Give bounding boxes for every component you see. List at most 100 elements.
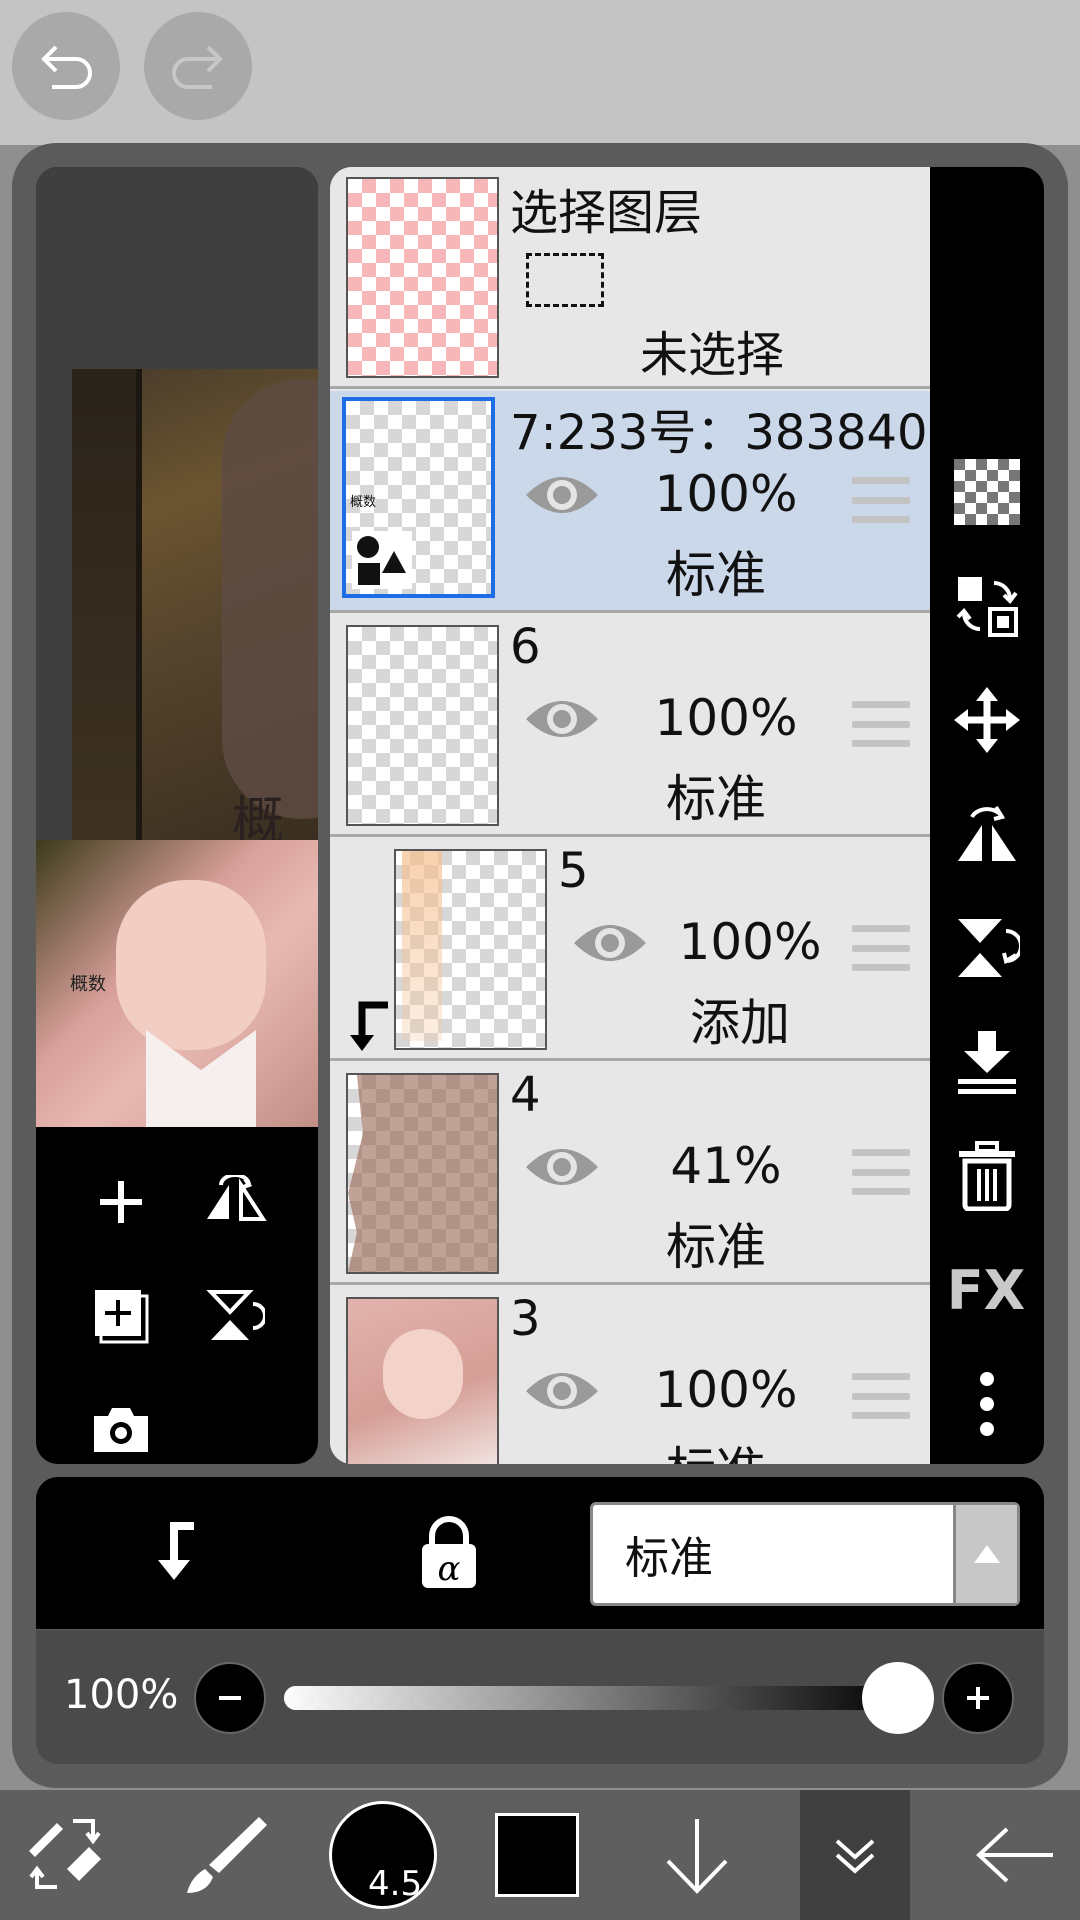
flip-horizontal-icon [207,1175,267,1221]
opacity-increase-button[interactable] [942,1662,1014,1734]
flip-horizontal-button[interactable] [952,799,1022,869]
more-options-button[interactable] [952,1369,1022,1439]
character-head [222,379,318,819]
layer-down-button[interactable] [632,1790,762,1920]
chevron-double-down-icon [835,1839,875,1874]
minus-icon [219,1696,241,1700]
brush-size-indicator: 4.5 [329,1801,437,1909]
drag-handle-icon[interactable] [852,925,910,971]
copy-layer-button[interactable] [86,1281,156,1351]
add-layer-button[interactable] [86,1167,156,1237]
plus-icon [100,1181,142,1223]
layer-row[interactable]: 4 41% 标准 [330,1063,930,1285]
layer-opacity: 41% [670,1137,782,1195]
window-detail [72,369,142,840]
shape-layer-icon [352,531,412,589]
brush-icon [187,1817,267,1893]
alpha-lock-button[interactable]: α [414,1516,484,1590]
flip-vertical-button[interactable] [952,913,1022,983]
clip-icon [158,1522,194,1580]
flip-vertical-icon [206,1290,265,1340]
opacity-slider-thumb[interactable] [862,1662,934,1734]
character-face [116,880,266,1050]
back-button[interactable] [950,1790,1080,1920]
flip-vertical-button[interactable] [200,1281,270,1351]
brush-size-value: 4.5 [368,1864,423,1904]
merge-down-button[interactable] [952,1027,1022,1097]
brush-tool-button[interactable] [160,1790,290,1920]
layer-name: 7:233号：383840 [510,405,928,461]
layer-row[interactable]: 3 100% 标准 [330,1287,930,1464]
canvas-preview-panel: 概数 概数 [36,167,318,1464]
selection-layer-title: 选择图层 [510,185,703,241]
full-canvas-thumbnail[interactable]: 概数 [36,840,318,1127]
blend-mode-value: 标准 [625,1533,713,1584]
thumbnail-face [383,1329,463,1419]
flip-horizontal-button[interactable] [200,1167,270,1237]
opacity-decrease-button[interactable] [194,1662,266,1734]
blend-mode-dropdown[interactable]: 标准 [590,1502,1020,1606]
opacity-slider-track[interactable] [284,1686,904,1710]
swap-layer-button[interactable] [952,571,1022,641]
brush-size-button[interactable]: 4.5 [318,1790,448,1920]
drag-handle-icon[interactable] [852,1149,910,1195]
opacity-value: 100% [64,1672,179,1718]
clipping-button[interactable] [140,1518,210,1588]
layer-thumbnail [394,849,547,1050]
color-swatch [495,1813,579,1897]
transparency-button[interactable] [952,457,1022,527]
redo-icon [172,45,223,89]
swap-layer-icon [956,577,1018,637]
drag-handle-icon[interactable] [852,1373,910,1419]
bottom-toolbar: 4.5 [0,1790,1080,1920]
undo-button[interactable] [12,12,120,120]
plus-icon [967,1687,989,1709]
fx-button[interactable]: FX [946,1255,1026,1325]
visibility-eye-icon[interactable] [522,689,602,749]
merge-down-icon [958,1031,1016,1094]
move-icon [954,687,1020,753]
layer-list[interactable]: 选择图层 未选择 概数 7:233号：383840 100% 标准 6 100%… [330,167,930,1464]
layer-row[interactable]: 6 100% 标准 [330,615,930,837]
layer-opacity: 100% [678,913,822,971]
dropdown-arrow[interactable] [953,1505,1017,1603]
layer-thumbnail [346,1073,499,1274]
layer-tools-sidebar: FX [930,167,1044,1464]
layer-blend-mode: 标准 [666,770,766,828]
visibility-eye-icon[interactable] [522,465,602,525]
layer-name: 6 [510,619,541,675]
selection-layer-thumbnail [346,177,499,378]
move-button[interactable] [952,685,1022,755]
transparency-icon [954,459,1020,525]
brush-eraser-swap-icon [29,1819,101,1889]
layer-row[interactable]: 概数 7:233号：383840 100% 标准 [330,391,930,613]
drag-handle-icon[interactable] [852,477,910,523]
more-vertical-icon [980,1372,994,1436]
camera-icon [94,1408,148,1452]
tool-switch-button[interactable] [0,1790,130,1920]
redo-button[interactable] [144,12,252,120]
layer-blend-mode: 标准 [666,546,766,604]
layer-blend-mode: 标准 [666,1218,766,1276]
layer-opacity: 100% [654,465,798,523]
color-button[interactable] [472,1790,602,1920]
visibility-eye-icon[interactable] [522,1361,602,1421]
layer-blend-mode: 添加 [690,994,790,1052]
layer-opacity: 100% [654,1361,798,1419]
thumbnail-text: 概数 [350,495,377,510]
flip-horizontal-icon [958,805,1016,861]
selection-layer-row[interactable]: 选择图层 未选择 [330,167,930,389]
layer-blend-mode: 标准 [616,1431,816,1464]
drag-handle-icon[interactable] [852,701,910,747]
svg-text:α: α [438,1549,461,1589]
layer-row[interactable]: 5 100% 添加 [330,839,930,1061]
delete-layer-button[interactable] [952,1141,1022,1211]
collapse-panel-button[interactable] [800,1790,910,1920]
layer-name: 4 [510,1067,541,1123]
camera-button[interactable] [86,1395,156,1464]
visibility-eye-icon[interactable] [570,913,650,973]
visibility-eye-icon[interactable] [522,1137,602,1197]
selection-marquee-icon [526,253,604,307]
thumbnail-text: 概数 [70,974,106,995]
layer-opacity: 100% [654,689,798,747]
